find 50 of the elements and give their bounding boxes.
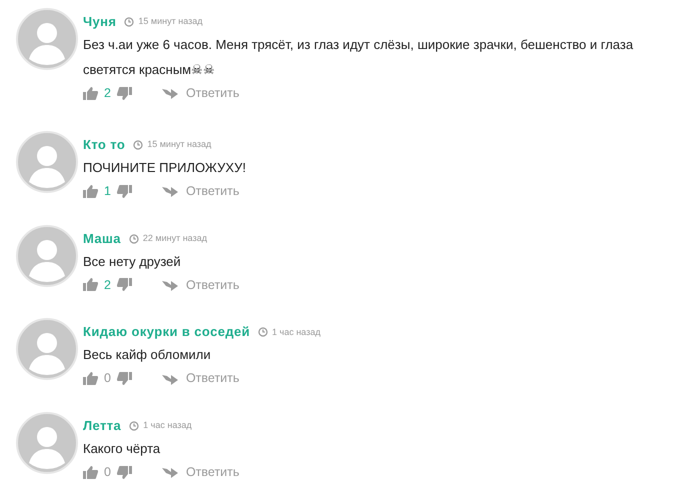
clock-icon <box>133 140 144 150</box>
author-name[interactable]: Кто то <box>83 136 126 154</box>
thumbs-up-icon[interactable] <box>83 184 98 198</box>
thumbs-down-icon[interactable] <box>116 278 132 292</box>
like-count: 2 <box>104 276 111 294</box>
like-count: 1 <box>104 182 111 200</box>
comment-text: Все нету друзей <box>83 252 182 271</box>
comment-text: ПОЧИНИТЕ ПРИЛОЖУХУ! <box>83 158 246 177</box>
reply-link[interactable]: Ответить <box>186 369 240 388</box>
comment-text: Какого чёрта <box>83 440 162 458</box>
avatar-icon <box>16 224 78 286</box>
clock-icon <box>128 234 139 244</box>
thumbs-up-icon[interactable] <box>83 466 98 479</box>
comment-text: Без ч.аи уже 6 часов. Меня трясёт, из глаз идут слёзы, широкие зрачки, бешенство и глаза светятся красным☠☠ <box>83 36 634 79</box>
reply-link[interactable]: Ответить <box>186 463 240 482</box>
reply-arrow-icon <box>162 278 178 291</box>
comment-text: Весь кайф обломили <box>83 346 212 364</box>
thumbs-down-icon[interactable] <box>116 86 132 100</box>
reply-link[interactable]: Ответить <box>186 182 240 200</box>
avatar-icon <box>16 318 78 380</box>
author-name[interactable]: Кидаю окурки в соседей <box>83 323 250 342</box>
reply-link[interactable]: Ответить <box>186 276 240 294</box>
avatar-icon <box>16 130 78 193</box>
clock-icon <box>258 327 268 338</box>
reply-arrow-icon <box>162 466 178 478</box>
reply-link[interactable]: Ответить <box>186 84 240 103</box>
comment-time: 15 минут назад <box>147 138 212 151</box>
author-name[interactable]: Летта <box>83 417 122 435</box>
author-name[interactable]: Маша <box>83 230 121 248</box>
reply-arrow-icon <box>162 185 178 198</box>
thumbs-down-icon[interactable] <box>116 466 132 479</box>
like-count: 0 <box>104 464 111 481</box>
reply-arrow-icon <box>162 372 178 385</box>
thumbs-down-icon[interactable] <box>116 184 132 198</box>
thumbs-up-icon[interactable] <box>83 372 98 386</box>
comment-time: 1 час назад <box>143 419 192 432</box>
avatar-icon <box>16 412 78 474</box>
avatar-icon <box>16 8 78 70</box>
like-count: 2 <box>104 85 111 102</box>
reply-arrow-icon <box>162 87 178 100</box>
comment-time: 22 минут назад <box>142 232 207 245</box>
thumbs-up-icon[interactable] <box>83 278 98 292</box>
like-count: 0 <box>104 370 111 388</box>
thumbs-down-icon[interactable] <box>116 372 132 386</box>
clock-icon <box>124 17 134 27</box>
author-name[interactable]: Чуня <box>83 13 116 31</box>
clock-icon <box>129 421 140 431</box>
comment-time: 15 минут назад <box>138 15 202 28</box>
comment-time: 1 час назад <box>272 326 320 339</box>
thumbs-up-icon[interactable] <box>83 86 98 100</box>
